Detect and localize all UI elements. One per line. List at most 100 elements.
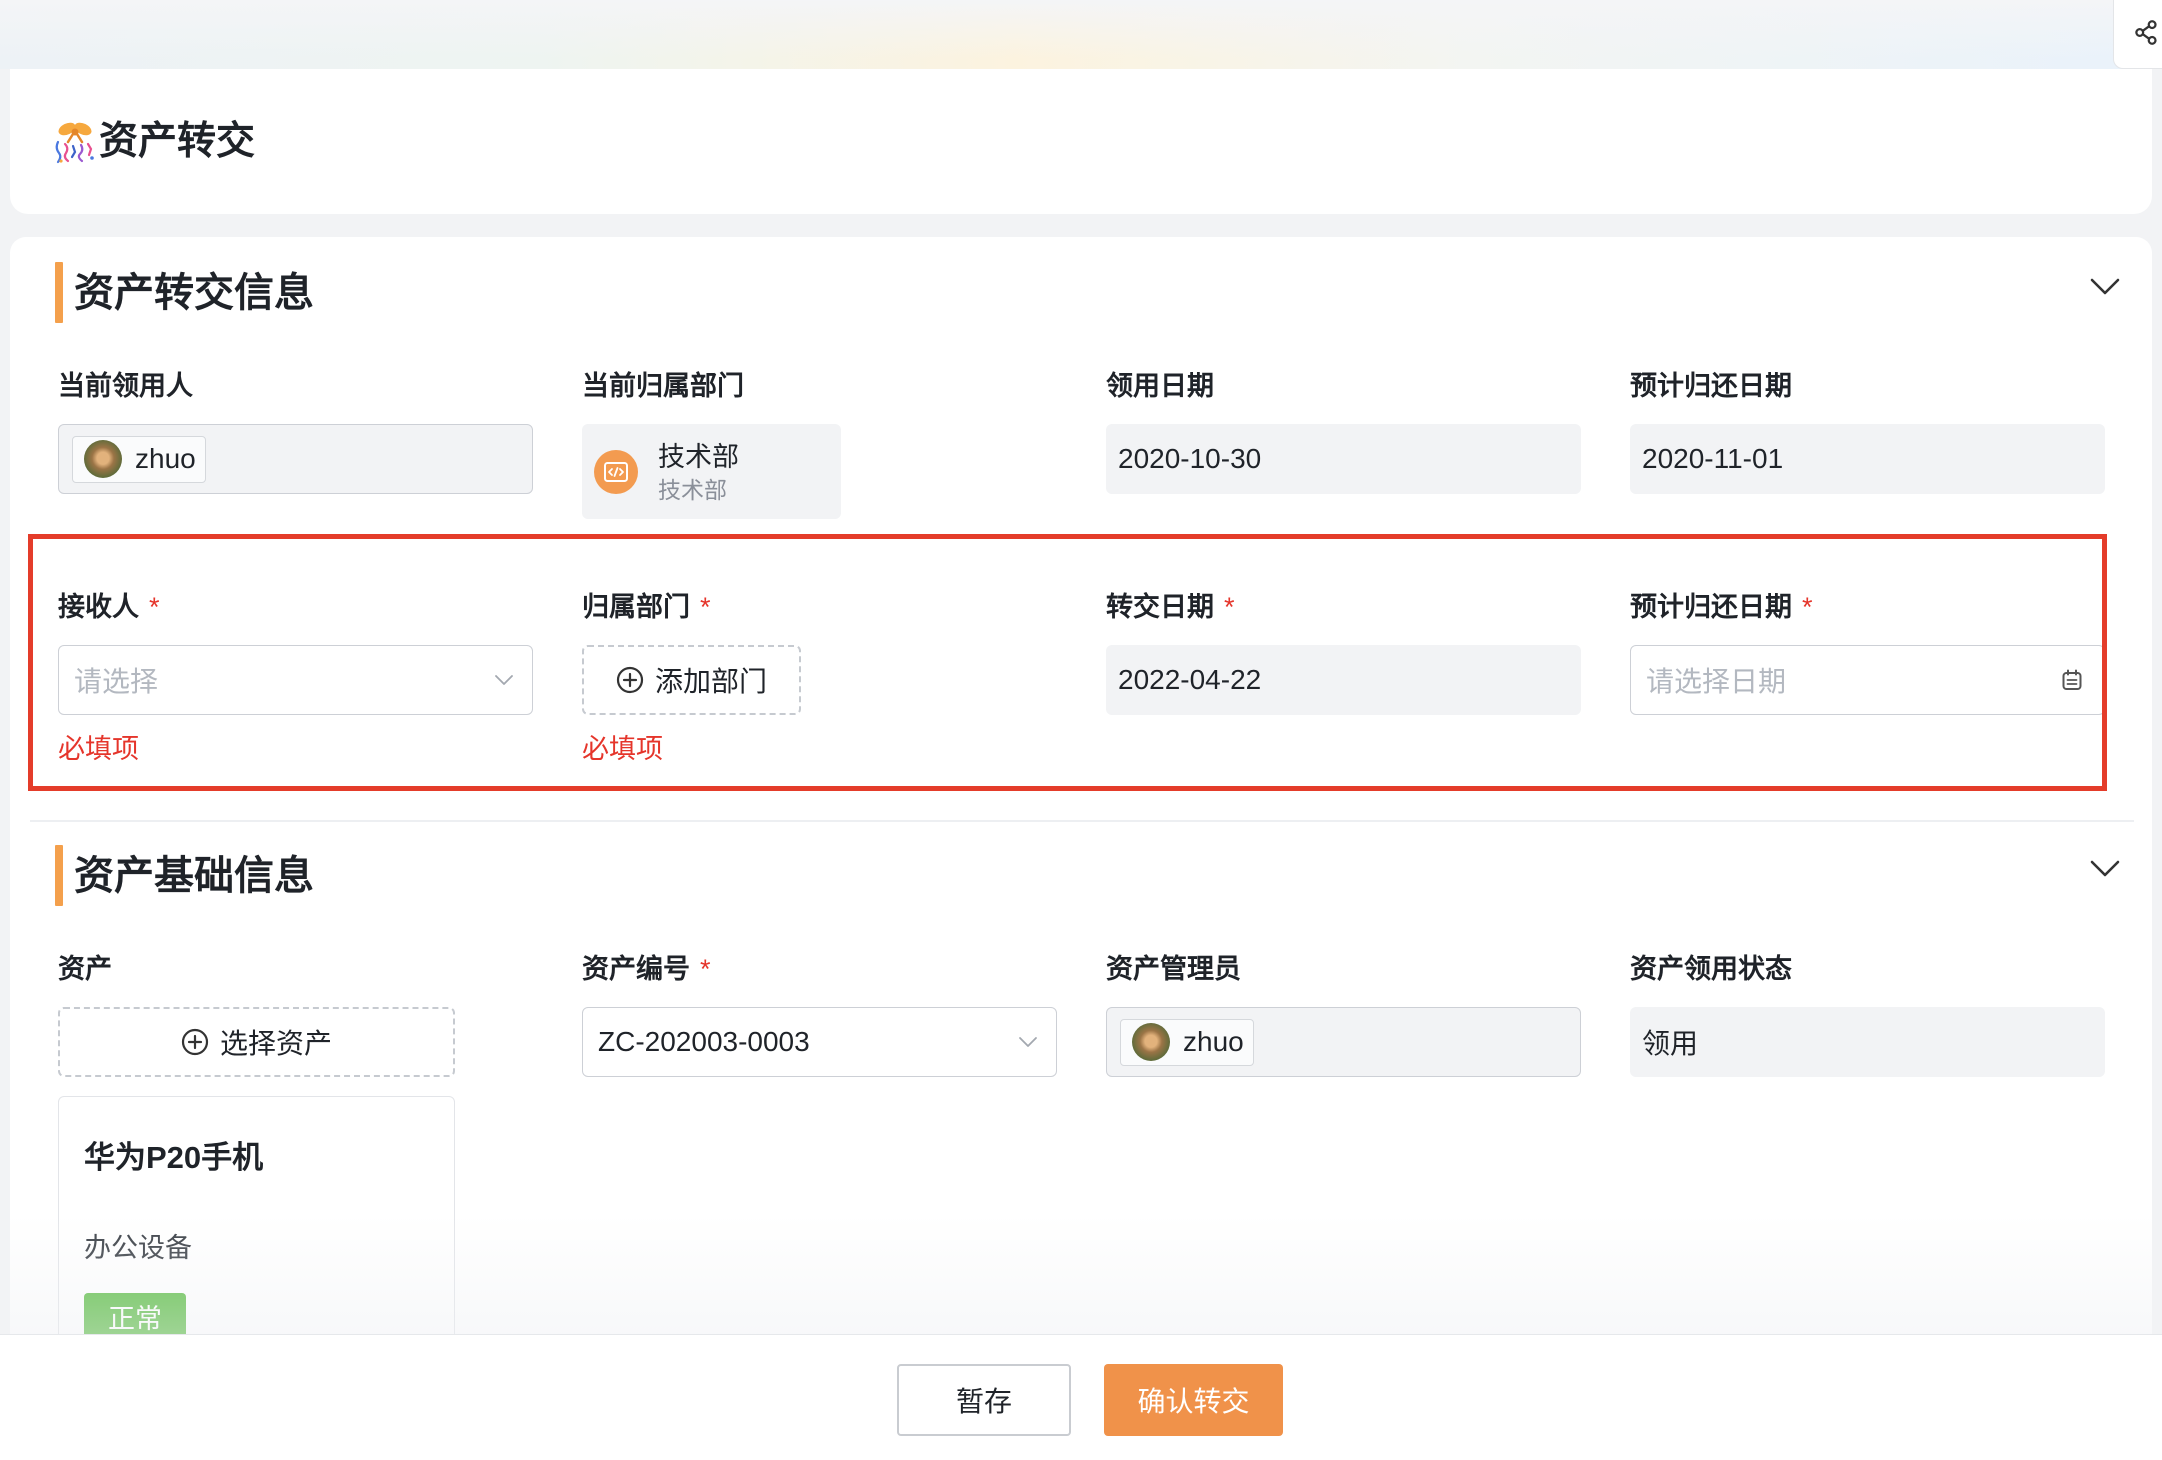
department-label: 归属部门 (582, 592, 690, 622)
share-icon (2135, 20, 2157, 45)
save-draft-button[interactable]: 暂存 (897, 1364, 1071, 1436)
current-department-field: 当前归属部门 技术部 技术部 (582, 369, 1057, 519)
avatar (84, 440, 122, 478)
expected-return-date-field: 预计归还日期 2020-11-01 (1630, 369, 2105, 494)
calendar-icon (2062, 669, 2082, 690)
plus-circle-icon (181, 1028, 209, 1056)
new-return-date-placeholder: 请选择日期 (1646, 666, 1787, 697)
use-status-value: 领用 (1642, 1028, 1699, 1059)
field-label: 当前领用人 (58, 369, 533, 403)
asset-admin-label: 资产管理员 (1106, 954, 1241, 984)
receiver-field: 接收人 * 请选择 必填项 (58, 590, 533, 766)
user-name: zhuo (135, 443, 196, 474)
current-department-display: 技术部 技术部 (582, 424, 841, 519)
gift-icon (55, 122, 94, 164)
user-tag: zhuo (72, 435, 206, 483)
user-tag: zhuo (1120, 1018, 1254, 1066)
confirm-transfer-button[interactable]: 确认转交 (1104, 1364, 1283, 1436)
current-user-field: 当前领用人 zhuo (58, 369, 533, 494)
new-return-date-picker[interactable]: 请选择日期 (1630, 645, 2105, 715)
required-mark: * (1224, 592, 1235, 622)
field-label: 资产领用状态 (1630, 952, 2105, 986)
required-mark: * (700, 592, 711, 622)
section-title: 资产转交信息 (74, 270, 314, 315)
section-accent-bar (55, 262, 63, 323)
section-header: 资产基础信息 (55, 845, 314, 906)
asset-name: 华为P20手机 (84, 1140, 264, 1175)
current-user-display: zhuo (58, 424, 533, 494)
department-error: 必填项 (582, 734, 663, 764)
asset-category: 办公设备 (84, 1233, 192, 1263)
new-return-date-field: 预计归还日期 * 请选择日期 (1630, 590, 2105, 715)
current-department-label: 当前归属部门 (582, 371, 744, 401)
top-gradient-banner (0, 0, 2162, 69)
chevron-down-icon (2090, 278, 2120, 295)
expected-return-date-display: 2020-11-01 (1630, 424, 2105, 494)
status-badge: 正常 (84, 1293, 186, 1339)
receiver-label: 接收人 (58, 592, 139, 622)
section-header: 资产转交信息 (55, 262, 314, 323)
section-title: 资产基础信息 (74, 853, 314, 898)
field-label: 归属部门 * (582, 590, 1057, 624)
transfer-date-label: 转交日期 (1106, 592, 1214, 622)
transfer-date-value: 2022-04-22 (1118, 664, 1262, 695)
avatar (1132, 1023, 1170, 1061)
field-label: 当前归属部门 (582, 369, 1057, 403)
select-asset-label: 选择资产 (219, 1028, 332, 1059)
section-accent-bar (55, 845, 63, 906)
select-asset-button[interactable]: 选择资产 (58, 1007, 455, 1077)
department-field: 归属部门 * 添加部门 必填项 (582, 590, 1057, 766)
chevron-down-icon (2090, 860, 2120, 877)
asset-code-label: 资产编号 (582, 954, 690, 984)
share-button[interactable] (2113, 0, 2162, 69)
plus-circle-icon (616, 666, 644, 694)
field-label: 预计归还日期 * (1630, 590, 2105, 624)
page-header: 资产转交 (10, 69, 2152, 214)
expected-return-date-value: 2020-11-01 (1642, 443, 1784, 474)
field-label: 资产管理员 (1106, 952, 1581, 986)
field-label: 资产 (58, 952, 533, 986)
new-return-date-label: 预计归还日期 (1630, 592, 1792, 622)
receive-date-label: 领用日期 (1106, 371, 1214, 401)
asset-code-select[interactable]: ZC-202003-0003 (582, 1007, 1057, 1077)
expected-return-date-label: 预计归还日期 (1630, 371, 1792, 401)
transfer-date-display: 2022-04-22 (1106, 645, 1581, 715)
asset-admin-display: zhuo (1106, 1007, 1581, 1077)
add-department-label: 添加部门 (654, 666, 767, 697)
receiver-select[interactable]: 请选择 (58, 645, 533, 715)
department-text: 技术部 技术部 (658, 439, 739, 505)
chevron-down-icon (495, 675, 513, 685)
section-divider (30, 820, 2134, 822)
field-label: 转交日期 * (1106, 590, 1581, 624)
receive-date-value: 2020-10-30 (1118, 443, 1262, 474)
current-user-label: 当前领用人 (58, 371, 193, 401)
department-path: 技术部 (658, 476, 727, 503)
user-name: zhuo (1183, 1026, 1244, 1057)
field-label: 资产编号 * (582, 952, 1057, 986)
use-status-field: 资产领用状态 领用 (1630, 952, 2105, 1077)
asset-label: 资产 (58, 954, 112, 984)
receiver-placeholder: 请选择 (74, 666, 159, 697)
receive-date-display: 2020-10-30 (1106, 424, 1581, 494)
collapse-toggle-transfer-info[interactable] (2085, 273, 2125, 301)
receive-date-field: 领用日期 2020-10-30 (1106, 369, 1581, 494)
asset-field: 资产 选择资产 华为P20手机 办公设备 正常 (58, 952, 533, 1396)
use-status-label: 资产领用状态 (1630, 954, 1792, 984)
add-department-button[interactable]: 添加部门 (582, 645, 801, 715)
required-mark: * (700, 954, 711, 984)
page-title: 资产转交 (99, 120, 256, 163)
required-mark: * (149, 592, 160, 622)
asset-code-field: 资产编号 * ZC-202003-0003 (582, 952, 1057, 1077)
asset-transfer-form: 资产转交信息 当前领用人 zhuo 当前归属部门 技术部 技术部 领用日期 20… (10, 237, 2152, 1460)
transfer-date-field: 转交日期 * 2022-04-22 (1106, 590, 1581, 715)
action-footer: 暂存 确认转交 (0, 1334, 2162, 1460)
receiver-error: 必填项 (58, 734, 139, 764)
asset-admin-field: 资产管理员 zhuo (1106, 952, 1581, 1077)
use-status-display: 领用 (1630, 1007, 2105, 1077)
required-mark: * (1802, 592, 1813, 622)
field-label: 接收人 * (58, 590, 533, 624)
field-label: 领用日期 (1106, 369, 1581, 403)
asset-code-value: ZC-202003-0003 (598, 1026, 810, 1057)
collapse-toggle-basic-info[interactable] (2085, 855, 2125, 883)
field-label: 预计归还日期 (1630, 369, 2105, 403)
